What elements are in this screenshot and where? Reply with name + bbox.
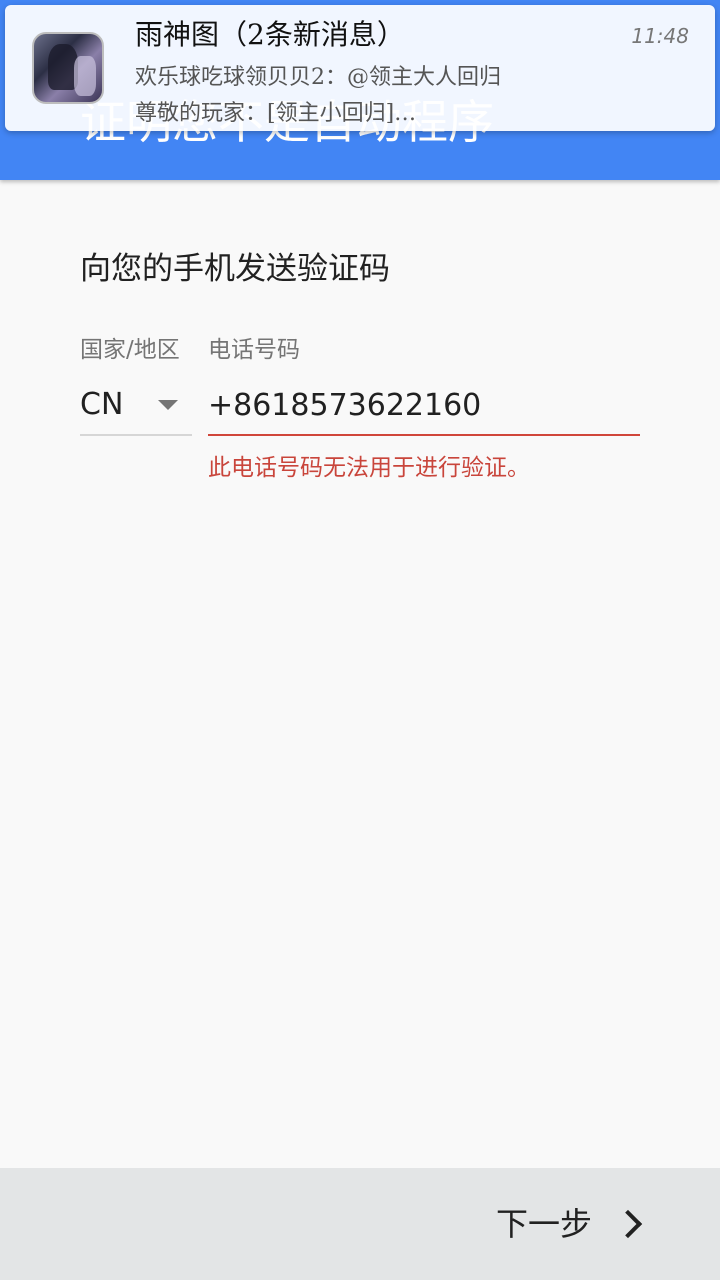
instruction-text: 向您的手机发送验证码 [80, 251, 390, 287]
country-label: 国家/地区 [80, 337, 180, 363]
next-button[interactable]: 下一步 [496, 1198, 644, 1250]
group-avatar-icon [32, 32, 104, 104]
notification-message-1: 欢乐球吃球领贝贝2：@领主大人回归 [135, 65, 501, 90]
notification-banner[interactable]: 雨神图（2条新消息） 11:48 欢乐球吃球领贝贝2：@领主大人回归 尊敬的玩家… [5, 5, 715, 131]
next-button-label: 下一步 [495, 1205, 592, 1243]
country-value: CN [80, 387, 124, 422]
bottom-bar: 下一步 [0, 1168, 720, 1280]
phone-input[interactable] [208, 382, 640, 430]
dropdown-arrow-icon [158, 400, 178, 410]
notification-time: 11:48 [631, 24, 689, 48]
notification-title: 雨神图（2条新消息） [135, 18, 405, 51]
notification-message-2: 尊敬的玩家：[领主小回归]… [135, 101, 417, 126]
chevron-right-icon [613, 1209, 643, 1239]
error-message: 此电话号码无法用于进行验证。 [208, 455, 530, 481]
country-select[interactable]: CN [80, 380, 192, 436]
phone-label: 电话号码 [208, 337, 300, 363]
phone-field [208, 380, 640, 436]
